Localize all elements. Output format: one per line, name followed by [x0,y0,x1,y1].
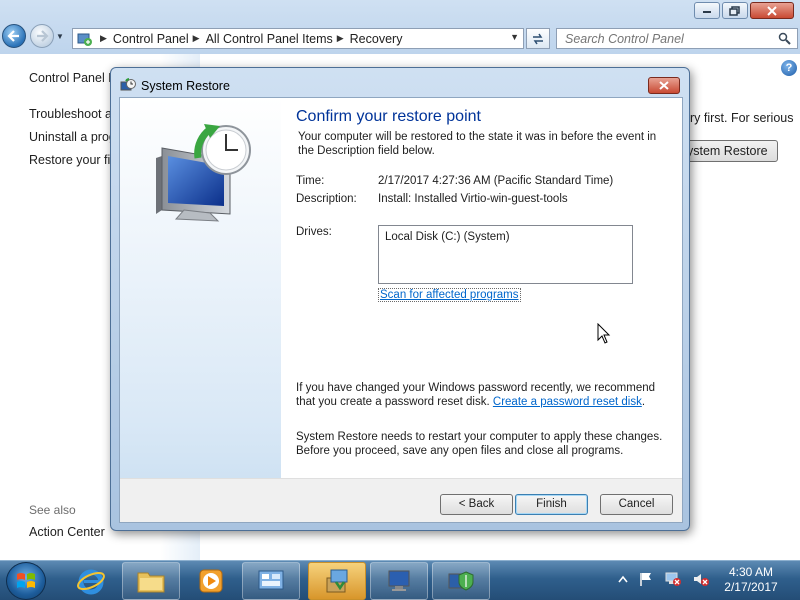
clock-date: 2/17/2017 [724,580,778,594]
page-heading: Confirm your restore point [296,108,481,125]
system-properties-icon [448,571,474,591]
description-label: Description: [296,193,357,205]
create-password-reset-disk-link[interactable]: Create a password reset disk [493,396,642,408]
wizard-page: Confirm your restore point Your computer… [281,98,682,478]
taskbar-clock[interactable]: 4:30 AM 2/17/2017 [716,565,786,595]
cancel-button[interactable]: Cancel [600,494,673,515]
drives-list[interactable]: Local Disk (C:) (System) [378,225,633,284]
volume-muted-icon[interactable] [692,571,710,587]
time-value: 2/17/2017 4:27:36 AM (Pacific Standard T… [378,175,614,187]
period: . [641,395,646,408]
dialog-body: Confirm your restore point Your computer… [119,97,683,523]
drive-item[interactable]: Local Disk (C:) (System) [385,231,626,243]
breadcrumb-separator[interactable]: ▶ [193,33,200,44]
wizard-sidebar [120,98,281,478]
uninstall-program-link[interactable]: Uninstall a prog [29,130,116,144]
system-restore-icon [120,78,136,91]
finish-button[interactable]: Finish [515,494,588,515]
navigation-buttons: ▼ [2,24,66,48]
breadcrumb-separator: ▶ [100,33,107,43]
control-panel-icon [258,570,284,590]
start-button[interactable] [6,562,46,600]
taskbar: 4:30 AM 2/17/2017 [0,560,800,600]
clock-time: 4:30 AM [728,565,774,579]
minimize-button[interactable] [694,2,720,19]
taskbar-system-restore[interactable] [432,562,490,600]
address-history-dropdown[interactable]: ▼ [510,32,519,42]
minimize-icon [703,10,711,13]
breadcrumb-all-items[interactable]: All Control Panel Items [206,32,333,46]
taskbar-setup-installer[interactable] [308,562,366,600]
notification-area [618,571,710,587]
search-box [556,28,798,49]
taskbar-internet-explorer[interactable] [62,562,120,600]
troubleshoot-link[interactable]: Troubleshoot a [29,107,112,121]
media-player-icon [199,569,223,593]
recovery-description-text: ry first. For serious [690,111,794,125]
intro-text: Your computer will be restored to the st… [298,131,657,157]
back-button[interactable] [2,24,26,48]
back-button[interactable]: < Back [440,494,513,515]
breadcrumb-recovery[interactable]: Recovery [350,32,403,46]
restore-button[interactable] [722,2,748,19]
arrow-right-icon [37,30,49,42]
breadcrumb-separator[interactable]: ▶ [337,33,344,44]
forward-button[interactable] [30,24,54,48]
taskbar-remote-desktop[interactable] [370,562,428,600]
taskbar-media-player[interactable] [182,562,240,600]
wizard-footer: < Back Finish Cancel [120,478,682,522]
action-center-flag-icon[interactable] [638,571,654,587]
control-panel-home-link[interactable]: Control Panel H [29,71,117,85]
close-window-button[interactable] [750,2,794,19]
window-caption-buttons [694,2,794,19]
restore-files-link[interactable]: Restore your fil [29,153,113,167]
search-icon[interactable] [778,32,791,45]
refresh-button[interactable] [526,28,550,49]
dialog-title: System Restore [141,79,230,93]
monitor-icon [388,570,410,591]
drives-label: Drives: [296,226,332,238]
system-restore-dialog: System Restore Confirm your restore poin… [110,67,690,531]
mouse-cursor-icon [597,323,611,344]
taskbar-windows-explorer[interactable] [122,562,180,600]
network-icon[interactable] [664,571,682,587]
help-icon[interactable]: ? [781,60,797,76]
dialog-close-button[interactable] [648,77,680,94]
close-icon [659,81,669,90]
computer-restore-illustration [156,124,251,222]
control-panel-icon [77,33,92,46]
internet-explorer-icon [77,569,105,595]
arrow-left-icon [7,30,19,42]
password-reset-note: If you have changed your Windows passwor… [296,382,676,409]
installer-icon [326,569,348,593]
taskbar-control-panel[interactable] [242,562,300,600]
address-bar[interactable]: ▶ Control Panel ▶ All Control Panel Item… [72,28,524,49]
folder-icon [137,572,165,593]
recent-pages-dropdown[interactable]: ▼ [56,32,66,41]
breadcrumb-control-panel[interactable]: Control Panel [113,32,189,46]
action-center-link[interactable]: Action Center [29,525,105,539]
restore-icon [729,5,740,16]
windows-logo-icon [17,573,35,588]
scan-affected-programs-link[interactable]: Scan for affected programs [378,288,521,302]
time-label: Time: [296,175,325,187]
see-also-heading: See also [29,503,76,517]
restart-note: System Restore needs to restart your com… [296,431,663,457]
close-icon [767,5,777,16]
show-hidden-icons-icon[interactable] [618,575,628,583]
description-value: Install: Installed Virtio-win-guest-tool… [378,193,568,205]
search-input[interactable] [557,29,767,48]
refresh-icon [533,33,543,44]
